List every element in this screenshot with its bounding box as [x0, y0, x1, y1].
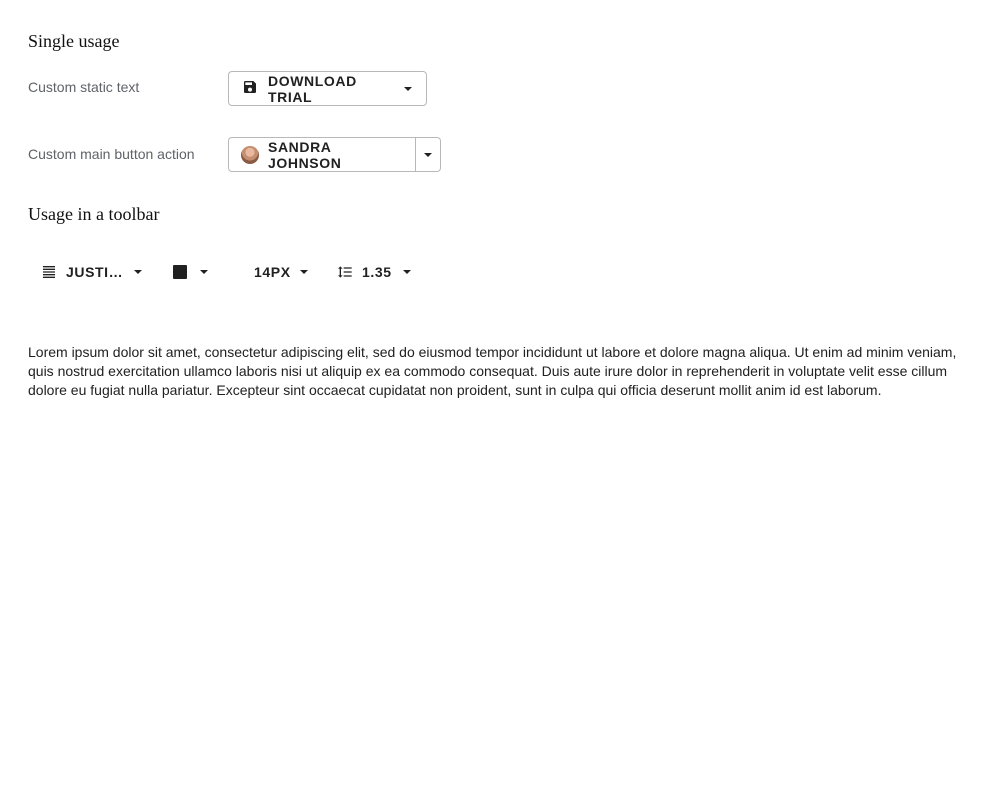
custom-main-action-row: Custom main button action SANDRA JOHNSON — [28, 137, 441, 172]
chevron-down-icon — [424, 152, 432, 157]
single-usage-title: Single usage — [28, 31, 120, 51]
line-height-button[interactable]: 1.35 — [322, 254, 412, 289]
text-color-button[interactable] — [160, 254, 232, 289]
download-trial-button[interactable]: DOWNLOAD TRIAL — [228, 71, 427, 106]
font-size-button[interactable]: 14PX — [239, 254, 315, 289]
page: Single usage Custom static text DOWNLOAD… — [0, 0, 1000, 800]
line-height-label: 1.35 — [362, 263, 392, 280]
color-swatch-icon — [173, 264, 187, 279]
chevron-down-icon — [299, 269, 308, 274]
text-align-button[interactable]: JUSTI… — [28, 254, 150, 289]
chevron-down-icon — [200, 269, 208, 274]
font-size-label: 14PX — [254, 263, 291, 280]
line-height-icon — [337, 264, 353, 280]
sample-paragraph: Lorem ipsum dolor sit amet, consectetur … — [28, 344, 957, 398]
text-format-toolbar: JUSTI… 14PX 1.35 — [28, 254, 412, 289]
user-split-button: SANDRA JOHNSON — [228, 137, 441, 172]
sandra-johnson-button[interactable]: SANDRA JOHNSON — [228, 137, 416, 172]
toolbar-usage-title: Usage in a toolbar — [28, 204, 160, 224]
custom-static-text-row: Custom static text DOWNLOAD TRIAL — [28, 71, 427, 106]
split-dropdown-toggle[interactable] — [416, 137, 441, 172]
text-align-label: JUSTI… — [66, 263, 124, 280]
avatar — [241, 145, 259, 164]
download-trial-label: DOWNLOAD TRIAL — [268, 72, 357, 105]
sandra-johnson-label: SANDRA JOHNSON — [268, 138, 342, 171]
chevron-down-icon — [404, 86, 412, 91]
chevron-down-icon — [402, 269, 411, 274]
custom-static-text-label: Custom static text — [28, 79, 140, 95]
custom-main-action-label: Custom main button action — [28, 145, 195, 162]
align-justify-icon — [41, 264, 57, 280]
chevron-down-icon — [134, 269, 143, 274]
save-icon — [242, 79, 258, 98]
